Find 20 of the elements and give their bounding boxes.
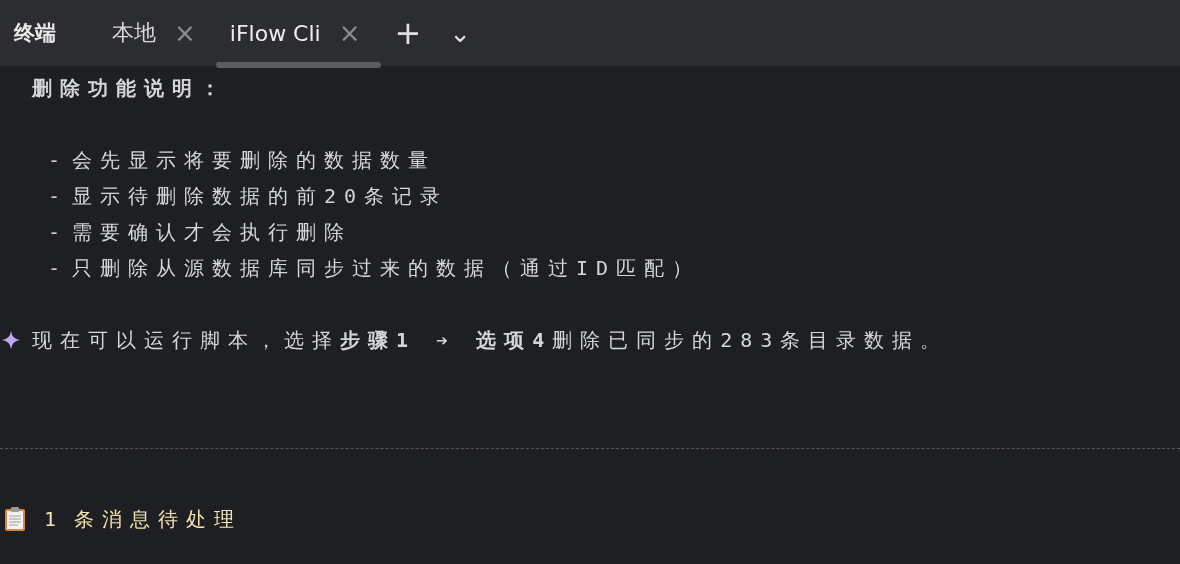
list-item: 需要确认才会执行删除 <box>72 218 353 246</box>
list-item: 只删除从源数据库同步过来的数据（通过ID匹配） <box>72 254 701 282</box>
close-icon[interactable]: × <box>338 18 361 48</box>
list-item: 显示待删除数据的前20条记录 <box>72 182 449 210</box>
section-heading: 删除功能说明： <box>30 74 228 102</box>
list-bullet: - <box>47 220 69 244</box>
list-bullet: - <box>47 148 69 172</box>
terminal-tab[interactable]: 本地 × <box>98 0 216 66</box>
terminal-tab[interactable]: iFlow Cli × <box>215 0 381 66</box>
close-icon[interactable]: × <box>174 18 196 48</box>
clipboard-icon <box>4 506 26 532</box>
pending-count: 1 <box>44 507 65 531</box>
list-bullet: - <box>47 184 69 208</box>
add-tab-button[interactable]: + <box>394 17 422 49</box>
sparkle-icon <box>2 331 20 349</box>
dropdown-button[interactable]: ⌄ <box>449 20 472 46</box>
pending-message: 条消息待处理 <box>74 505 243 533</box>
list-item: 会先显示将要删除的数据数量 <box>72 146 437 174</box>
app-title: 终端 <box>14 20 56 47</box>
list-bullet: - <box>47 256 69 280</box>
